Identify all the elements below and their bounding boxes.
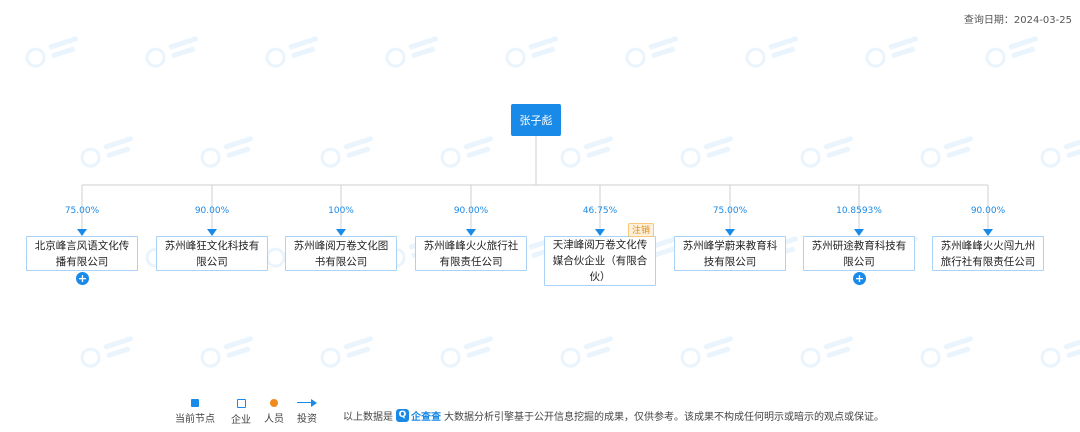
legend-person: 人员 — [264, 399, 284, 425]
legend-company: 企业 — [231, 399, 251, 426]
shareholding-percent: 75.00% — [712, 206, 748, 216]
company-node[interactable]: 苏州研途教育科技有限公司 — [803, 236, 915, 271]
shareholding-percent: 75.00% — [64, 206, 100, 216]
arrow-head — [725, 229, 735, 236]
shareholding-percent: 100% — [328, 206, 354, 216]
connector-lines — [77, 136, 993, 236]
investment-arrow-icon — [297, 399, 317, 407]
company-name: 苏州峰峰火火旅行社有限责任公司 — [423, 239, 519, 268]
disclaimer: 以上数据是 Q 企查查 大数据分析引擎基于公开信息挖掘的成果，仅供参考。该成果不… — [343, 408, 884, 423]
person-dot-icon — [270, 399, 278, 407]
company-node[interactable]: 苏州峰峰火火闯九州旅行社有限责任公司 — [932, 236, 1044, 271]
company-name: 苏州研途教育科技有限公司 — [811, 239, 907, 268]
arrow-head — [207, 229, 217, 236]
brand-logo: Q 企查查 — [396, 408, 441, 423]
company-node[interactable]: 苏州峰狂文化科技有限公司 — [156, 236, 268, 271]
arrow-head — [336, 229, 346, 236]
company-swatch-icon — [236, 399, 246, 408]
company-name: 苏州峰阅万卷文化图书有限公司 — [293, 239, 389, 268]
company-node[interactable]: 苏州峰阅万卷文化图书有限公司 — [285, 236, 397, 271]
disclaimer-suffix: 大数据分析引擎基于公开信息挖掘的成果，仅供参考。该成果不构成任何明示或暗示的观点… — [444, 412, 884, 423]
qcc-logo-icon: Q — [396, 409, 409, 422]
legend-label: 企业 — [231, 415, 251, 426]
arrow-head — [854, 229, 864, 236]
company-name: 天津峰阅万卷文化传媒合伙企业（有限合伙） — [552, 239, 648, 283]
shareholding-percent: 90.00% — [194, 206, 230, 216]
arrow-head — [466, 229, 476, 236]
brand-name: 企查查 — [411, 412, 441, 423]
root-person-node[interactable]: 张子彪 — [511, 104, 561, 136]
shareholding-percent: 90.00% — [453, 206, 489, 216]
company-name: 苏州峰峰火火闯九州旅行社有限责任公司 — [940, 239, 1036, 268]
company-node[interactable]: 苏州峰学蔚来教育科技有限公司 — [674, 236, 786, 271]
legend-current-node: 当前节点 — [175, 399, 215, 425]
arrow-head — [595, 229, 605, 236]
current-node-swatch-icon — [191, 399, 199, 407]
plus-icon[interactable]: + — [76, 272, 89, 285]
shareholding-percent: 90.00% — [970, 206, 1006, 216]
arrow-head — [983, 229, 993, 236]
legend-label: 当前节点 — [175, 414, 215, 425]
shareholding-percent: 46.75% — [582, 206, 618, 216]
company-name: 苏州峰狂文化科技有限公司 — [164, 239, 260, 268]
company-name: 苏州峰学蔚来教育科技有限公司 — [682, 239, 778, 268]
plus-icon[interactable]: + — [853, 272, 866, 285]
legend-investment: 投资 — [297, 399, 317, 425]
company-node[interactable]: 北京峰言风语文化传播有限公司 — [26, 236, 138, 271]
legend-label: 投资 — [297, 414, 317, 425]
deregistered-badge: 注销 — [628, 223, 654, 237]
company-name: 北京峰言风语文化传播有限公司 — [34, 239, 130, 268]
arrow-head — [77, 229, 87, 236]
company-node[interactable]: 天津峰阅万卷文化传媒合伙企业（有限合伙） — [544, 236, 656, 286]
disclaimer-prefix: 以上数据是 — [343, 412, 393, 423]
shareholding-percent: 10.8593% — [836, 206, 882, 216]
company-node[interactable]: 苏州峰峰火火旅行社有限责任公司 — [415, 236, 527, 271]
legend-label: 人员 — [264, 414, 284, 425]
